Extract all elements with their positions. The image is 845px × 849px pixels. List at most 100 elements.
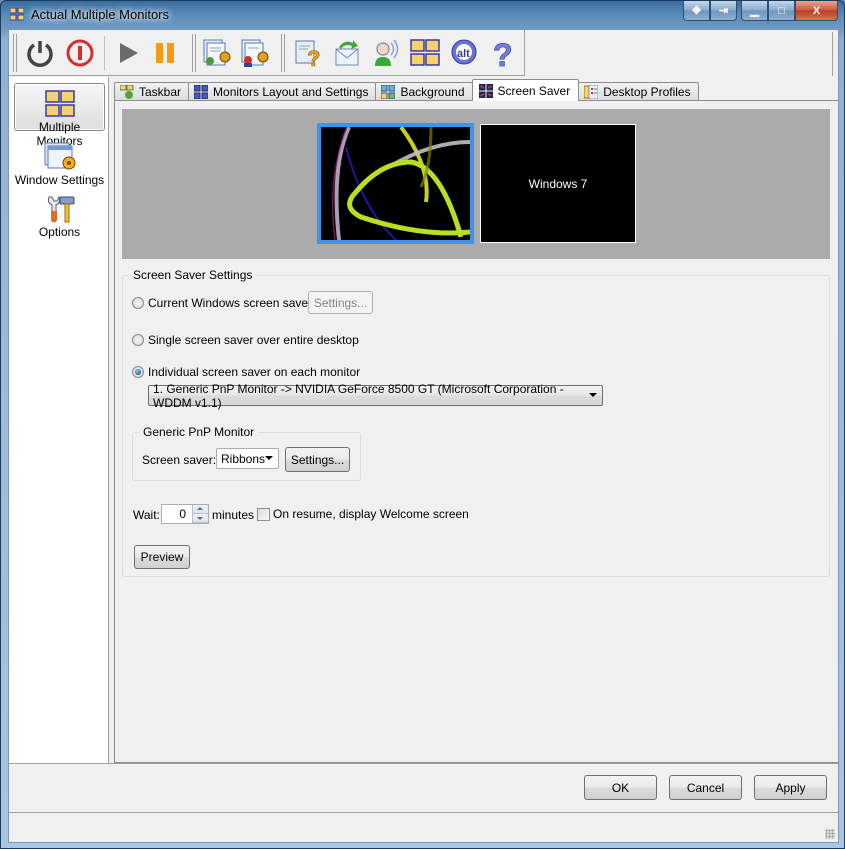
tab-label: Taskbar [139, 85, 182, 99]
stepper-up-icon[interactable] [193, 505, 208, 514]
maximize-button[interactable]: □ [768, 1, 795, 21]
power-on-icon [27, 41, 53, 67]
button-label: Cancel [686, 780, 725, 795]
play-icon [120, 43, 138, 63]
tab-screen-saver[interactable]: Screen Saver [471, 79, 580, 101]
monitor-select-value: 1. Generic PnP Monitor -> NVIDIA GeForce… [153, 381, 564, 410]
tab-taskbar[interactable]: Taskbar [114, 82, 190, 101]
toolbar-separator [104, 36, 105, 70]
help-document-button[interactable]: ? [292, 37, 324, 69]
tab-background[interactable]: Background [375, 82, 473, 101]
toolbar-grip[interactable] [192, 34, 196, 72]
checkbox[interactable] [257, 507, 270, 521]
resume-welcome-checkbox[interactable]: On resume, display Welcome screen [257, 507, 469, 521]
resize-grip[interactable] [825, 829, 835, 839]
power-off-icon [66, 39, 94, 67]
svg-text:?: ? [493, 37, 513, 69]
about-button[interactable]: ? [487, 37, 519, 69]
monitor-2-label: Windows 7 [528, 176, 588, 191]
toolbar-grip[interactable] [281, 34, 285, 72]
toolbar-edge [832, 32, 836, 76]
monitors-button[interactable] [409, 37, 441, 69]
radio-label: Individual screen saver on each monitor [148, 365, 361, 379]
background-icon [381, 85, 396, 99]
move-button[interactable]: ✥ [683, 1, 710, 21]
app-window: Actual Multiple Monitors ✥ ⇥ ▁ □ X ? alt… [0, 0, 845, 849]
support-button[interactable] [370, 37, 402, 69]
screen-saver-panel: Windows 7 Screen Saver Settings Current … [114, 100, 838, 763]
pin-button[interactable]: ⇥ [710, 1, 737, 21]
minimize-icon: ▁ [750, 5, 759, 17]
admin-settings-button[interactable] [239, 37, 271, 69]
radio-button[interactable] [132, 334, 144, 346]
radio-button[interactable] [132, 366, 144, 378]
tab-label: Screen Saver [497, 83, 571, 98]
checkbox-label: On resume, display Welcome screen [273, 507, 469, 521]
tab-desktop-profiles[interactable]: Desktop Profiles [578, 82, 699, 101]
actual-tools-icon: alt [451, 39, 477, 65]
radio-label: Single screen saver over entire desktop [148, 333, 359, 347]
screensaver-label: Screen saver: [142, 453, 217, 467]
screensaver-select[interactable]: Ribbons [216, 448, 279, 469]
preview-button[interactable]: Preview [134, 545, 190, 569]
group-label: Generic PnP Monitor [139, 425, 259, 439]
stepper-down-icon[interactable] [193, 514, 208, 523]
taskbar-icon [120, 85, 134, 99]
radio-single-screensaver[interactable]: Single screen saver over entire desktop [132, 333, 359, 347]
group-label: Screen Saver Settings [129, 268, 257, 282]
send-mail-button[interactable] [331, 37, 363, 69]
button-label: Preview [140, 550, 184, 564]
user-settings-button[interactable] [201, 37, 233, 69]
wait-minutes-stepper[interactable]: 0 [161, 504, 209, 524]
close-button[interactable]: X [795, 1, 838, 21]
monitor-2-preview[interactable]: Windows 7 [480, 124, 636, 243]
pause-button[interactable] [149, 37, 181, 69]
minimize-button[interactable]: ▁ [741, 1, 768, 21]
tab-label: Monitors Layout and Settings [213, 85, 369, 99]
toolbar-grip[interactable] [13, 34, 17, 72]
sidebar-icon-wrap [14, 189, 105, 225]
button-label: Apply [775, 780, 806, 795]
enable-button[interactable] [24, 37, 56, 69]
footer-divider [9, 763, 838, 764]
main-panel: Taskbar Monitors Layout and Settings Bac… [110, 77, 838, 763]
monitor-select[interactable]: 1. Generic PnP Monitor -> NVIDIA GeForce… [148, 382, 603, 410]
move-icon: ✥ [691, 5, 702, 17]
svg-text:?: ? [307, 46, 320, 69]
user-settings-icon [203, 39, 231, 66]
window-settings-icon [44, 142, 75, 170]
monitor-1-preview[interactable] [317, 123, 474, 244]
screensaver-settings-button[interactable]: Settings... [285, 447, 350, 472]
about-icon: ? [493, 37, 513, 69]
sidebar-item-multiple-monitors[interactable]: Multiple Monitors [14, 83, 105, 148]
tab-monitors-layout[interactable]: Monitors Layout and Settings [188, 82, 377, 101]
disable-button[interactable] [64, 37, 96, 69]
multiple-monitors-icon [44, 90, 75, 117]
status-bar [9, 813, 838, 842]
sidebar-item-window-settings[interactable]: Window Settings [14, 137, 105, 187]
pause-icon [156, 43, 174, 63]
sidebar-item-options[interactable]: Options [14, 189, 105, 239]
play-button[interactable] [112, 37, 144, 69]
radio-button[interactable] [132, 297, 144, 309]
chevron-down-icon [265, 456, 273, 460]
desktop-profiles-icon [584, 85, 599, 99]
monitors-icon [410, 39, 440, 66]
close-icon: X [812, 4, 821, 17]
ribbons-preview-image [321, 127, 470, 240]
cancel-button[interactable]: Cancel [669, 775, 742, 800]
tab-strip: Taskbar Monitors Layout and Settings Bac… [114, 79, 699, 101]
radio-current-windows[interactable]: Current Windows screen saver [132, 296, 312, 310]
ok-button[interactable]: OK [584, 775, 657, 800]
monitors-layout-icon [194, 85, 209, 99]
screen-saver-settings-group: Screen Saver Settings Current Windows sc… [122, 268, 830, 577]
radio-individual-screensaver[interactable]: Individual screen saver on each monitor [132, 365, 360, 379]
app-icon [10, 8, 24, 21]
apply-button[interactable]: Apply [754, 775, 827, 800]
sidebar-item-label: Window Settings [14, 173, 105, 187]
client-area: ? alt ? Multiple Monitors Window Setting… [8, 29, 839, 843]
title-bar[interactable]: Actual Multiple Monitors ✥ ⇥ ▁ □ X [1, 1, 845, 29]
actual-tools-button[interactable]: alt [448, 37, 480, 69]
screensaver-select-value: Ribbons [221, 451, 266, 466]
current-settings-button[interactable]: Settings... [308, 291, 373, 314]
